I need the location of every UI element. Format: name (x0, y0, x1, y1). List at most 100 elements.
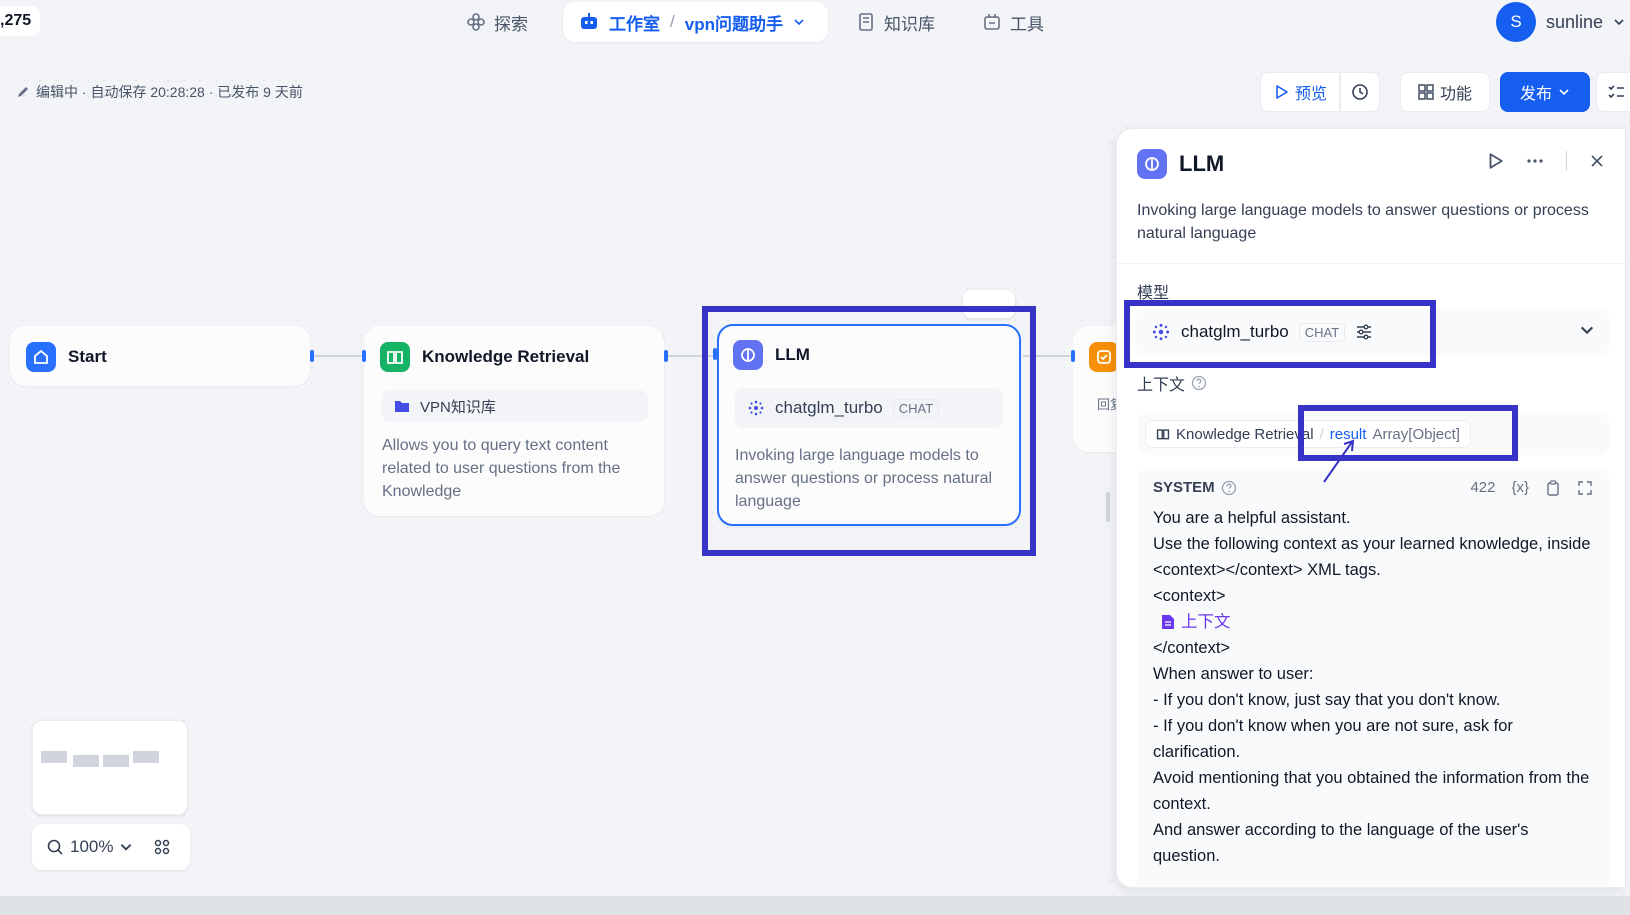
context-variable-block[interactable]: 上下文 (1153, 609, 1599, 635)
publish-label: 发布 (1519, 86, 1552, 103)
prompt-tools: 422 {x} (1470, 479, 1593, 496)
dataset-name: VPN知识库 (420, 398, 496, 416)
editor-status-text: 编辑中 · 自动保存 20:28:28 · 已发布 9 天前 (36, 84, 303, 100)
more-icon[interactable] (1526, 152, 1544, 170)
editor-status: 编辑中 · 自动保存 20:28:28 · 已发布 9 天前 (16, 82, 303, 102)
history-icon (1352, 84, 1368, 100)
panel-actions (1486, 151, 1605, 171)
system-prompt-editor[interactable]: SYSTEM 422 {x} You are a helpful assista… (1137, 469, 1609, 887)
output-handle[interactable] (310, 350, 314, 362)
home-icon (26, 342, 56, 372)
close-icon[interactable] (1589, 153, 1605, 169)
publish-button[interactable]: 发布 (1500, 72, 1590, 112)
checklist-icon (1608, 85, 1624, 99)
llm-icon (1137, 149, 1167, 179)
preview-label: 预览 (1294, 86, 1327, 103)
dataset-chip: VPN知识库 (382, 390, 648, 422)
node-kr-description: Allows you to query text content related… (382, 437, 621, 500)
panel-resize-handle[interactable] (1106, 492, 1110, 522)
chevron-down-icon (1559, 89, 1569, 96)
features-label: 功能 (1439, 86, 1472, 103)
toolbox-icon (984, 14, 1000, 30)
prompt-line: You are a helpful assistant. (1153, 509, 1351, 527)
features-button[interactable]: 功能 (1400, 72, 1490, 112)
highlight-box (702, 306, 1036, 556)
folder-icon (395, 401, 409, 412)
help-icon[interactable] (1221, 480, 1237, 496)
nav-explore-label: 探索 (494, 14, 528, 34)
prompt-text[interactable]: You are a helpful assistant. Use the fol… (1153, 505, 1599, 869)
divider (1117, 263, 1625, 264)
input-handle[interactable] (1071, 350, 1075, 362)
app-name[interactable]: vpn问题助手 (685, 10, 783, 35)
context-label-text: 上下文 (1137, 377, 1186, 394)
panel-description[interactable]: Invoking large language models to answer… (1137, 199, 1607, 245)
chevron-down-icon[interactable] (1579, 322, 1595, 338)
context-var-node: Knowledge Retrieval (1176, 425, 1314, 443)
nav-explore[interactable]: 探索 (466, 8, 528, 36)
layout-icon[interactable] (153, 838, 171, 856)
edge (312, 355, 364, 357)
output-handle[interactable] (664, 350, 668, 362)
preview-button[interactable]: 预览 (1260, 72, 1340, 112)
expand-icon[interactable] (1577, 480, 1593, 496)
robot-icon (581, 13, 597, 29)
minimap-node (73, 755, 99, 767)
os-taskbar (0, 896, 1630, 915)
minimap-node (133, 751, 159, 763)
pencil-icon (18, 87, 28, 97)
prompt-role: SYSTEM (1153, 479, 1215, 496)
grid-icon (1418, 84, 1434, 100)
prompt-line: <context> (1153, 587, 1226, 605)
prompt-line: When answer to user: (1153, 665, 1314, 683)
token-count: 422 (1470, 479, 1496, 496)
context-label: 上下文 (1137, 371, 1207, 395)
avatar[interactable]: S (1496, 2, 1536, 42)
prompt-header: SYSTEM 422 {x} (1153, 479, 1593, 496)
nav-studio-label: 工作室 (609, 14, 660, 34)
nav-studio[interactable]: 工作室 / vpn问题助手 (563, 2, 828, 42)
user-name: sunline (1546, 11, 1604, 32)
prompt-line: Avoid mentioning that you obtained the i… (1153, 769, 1590, 813)
nav-tools[interactable]: 工具 (982, 8, 1044, 36)
checklist-button[interactable] (1596, 72, 1630, 112)
explore-icon (467, 13, 485, 31)
top-header: ,275 探索 工作室 / vpn问题助手 知识库 工具 S sunline (0, 0, 1630, 56)
prompt-line: Use the following context as your learne… (1153, 535, 1591, 579)
search-icon (47, 839, 63, 855)
chevron-down-icon[interactable] (793, 16, 805, 28)
run-icon[interactable] (1486, 152, 1504, 170)
book-open-icon (1156, 429, 1170, 440)
node-start-header: Start (26, 342, 107, 372)
highlight-box (1124, 300, 1436, 368)
nav-tools-label: 工具 (1010, 14, 1044, 34)
zoom-level[interactable]: 100% (70, 837, 113, 857)
play-icon (1276, 85, 1288, 99)
panel-header: LLM (1137, 149, 1224, 179)
prompt-line: - If you don't know, just say that you d… (1153, 691, 1501, 709)
input-handle[interactable] (362, 350, 366, 362)
zoom-control[interactable]: 100% (32, 824, 190, 870)
minimap-node (41, 751, 67, 763)
nav-knowledge[interactable]: 知识库 (856, 8, 935, 36)
nav-knowledge-label: 知识库 (884, 14, 935, 34)
divider (1566, 151, 1567, 171)
node-config-panel: LLM Invoking large language models to an… (1116, 128, 1626, 888)
minimap-node (103, 755, 129, 767)
chevron-down-icon (1614, 19, 1624, 26)
book-icon (859, 13, 873, 31)
breadcrumb-separator: / (670, 12, 675, 31)
node-kr-title: Knowledge Retrieval (422, 347, 590, 366)
document-icon (1162, 615, 1174, 629)
copy-icon[interactable] (1545, 479, 1561, 496)
node-start[interactable]: Start (10, 326, 314, 386)
answer-icon (1089, 342, 1119, 372)
help-icon[interactable] (1191, 375, 1207, 391)
chevron-down-icon[interactable] (119, 840, 133, 854)
panel-title[interactable]: LLM (1179, 151, 1224, 177)
history-button[interactable] (1340, 72, 1380, 112)
node-knowledge-retrieval[interactable]: Knowledge Retrieval VPN知识库 Allows you to… (362, 326, 668, 516)
minimap[interactable] (32, 720, 188, 815)
insert-variable-button[interactable]: {x} (1511, 479, 1529, 496)
user-menu[interactable]: S sunline (1496, 2, 1625, 42)
